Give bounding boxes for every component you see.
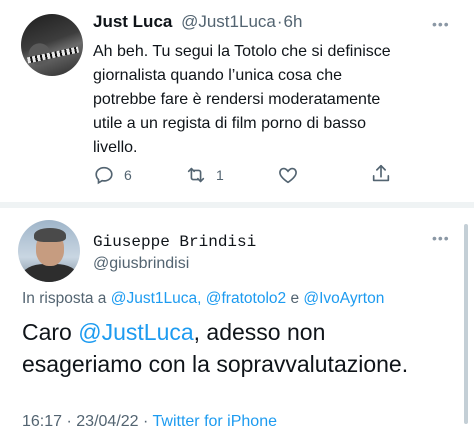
header-separator: · (276, 12, 283, 31)
mention-link[interactable]: @IvoAyrton (303, 290, 384, 307)
tweet-text-line: livello. (93, 139, 138, 156)
author-name[interactable]: Giuseppe Brindisi (93, 233, 256, 251)
meta-separator: · (66, 413, 72, 430)
scrollbar[interactable] (464, 224, 468, 424)
tweet-text-line: Ah beh. Tu segui la Totolo che si defini… (93, 43, 391, 60)
reply-button[interactable]: 6 (93, 164, 132, 186)
tweet-time[interactable]: 6h (284, 12, 303, 31)
reply-conjunction: e (290, 290, 300, 307)
more-options-icon[interactable]: ••• (432, 16, 450, 32)
retweet-count: 1 (216, 167, 224, 183)
reply-count: 6 (124, 167, 132, 183)
avatar-shirt (22, 264, 78, 282)
tweet-text-line: giornalista quando l’unica cosa che (93, 67, 343, 84)
reply-icon (95, 166, 113, 185)
tweet-text-line: Caro @JustLuca, adesso non (22, 319, 326, 345)
avatar-hair (34, 228, 66, 242)
tweet-metadata: 16:17 · 23/04/22 · Twitter for iPhone (22, 413, 277, 431)
meta-separator: · (143, 413, 149, 430)
tweet-time[interactable]: 16:17 (22, 413, 62, 430)
tweet-header: Just Luca @Just1Luca·6h (93, 12, 302, 32)
like-button[interactable] (277, 164, 299, 186)
author-handle[interactable]: @Just1Luca (181, 12, 276, 31)
more-options-icon[interactable]: ••• (432, 230, 450, 246)
share-button[interactable] (370, 163, 392, 185)
author-name[interactable]: Just Luca (93, 12, 172, 31)
tweet-text-line: esageriamo con la sopravvalutazione. (22, 351, 409, 377)
avatar-just-luca[interactable] (21, 14, 83, 76)
reply-context: In risposta a @Just1Luca, @fratotolo2 e … (22, 290, 384, 308)
tweet-text: Caro @JustLuca, adesso non esageriamo co… (22, 316, 462, 380)
mention-link[interactable]: @fratotolo2 (206, 290, 286, 307)
reply-prefix: In risposta a (22, 290, 107, 307)
tweet-focused: Giuseppe Brindisi @giusbrindisi ••• In r… (0, 208, 474, 448)
tweet-text-line: utile a un regista di film porno di bass… (93, 115, 367, 132)
tweet-text: Ah beh. Tu segui la Totolo che si defini… (93, 40, 463, 160)
avatar-giuseppe-brindisi[interactable] (18, 220, 80, 282)
retweet-icon (187, 167, 205, 183)
tweet-source-link[interactable]: Twitter for iPhone (153, 413, 278, 430)
mention-link[interactable]: @JustLuca (78, 319, 193, 345)
tweet-text-line: potrebbe fare è rendersi moderatamente (93, 91, 381, 108)
mention-link[interactable]: @Just1Luca, (111, 290, 202, 307)
tweet-previous[interactable]: Just Luca @Just1Luca·6h ••• Ah beh. Tu s… (0, 0, 474, 200)
tweet-actions: 6 1 (0, 160, 474, 190)
share-icon (372, 164, 390, 182)
tweet-date[interactable]: 23/04/22 (76, 413, 138, 430)
like-icon (279, 167, 297, 184)
tweet-text-fragment: , adesso non (193, 319, 326, 345)
retweet-button[interactable]: 1 (185, 164, 224, 186)
author-handle[interactable]: @giusbrindisi (93, 255, 189, 273)
